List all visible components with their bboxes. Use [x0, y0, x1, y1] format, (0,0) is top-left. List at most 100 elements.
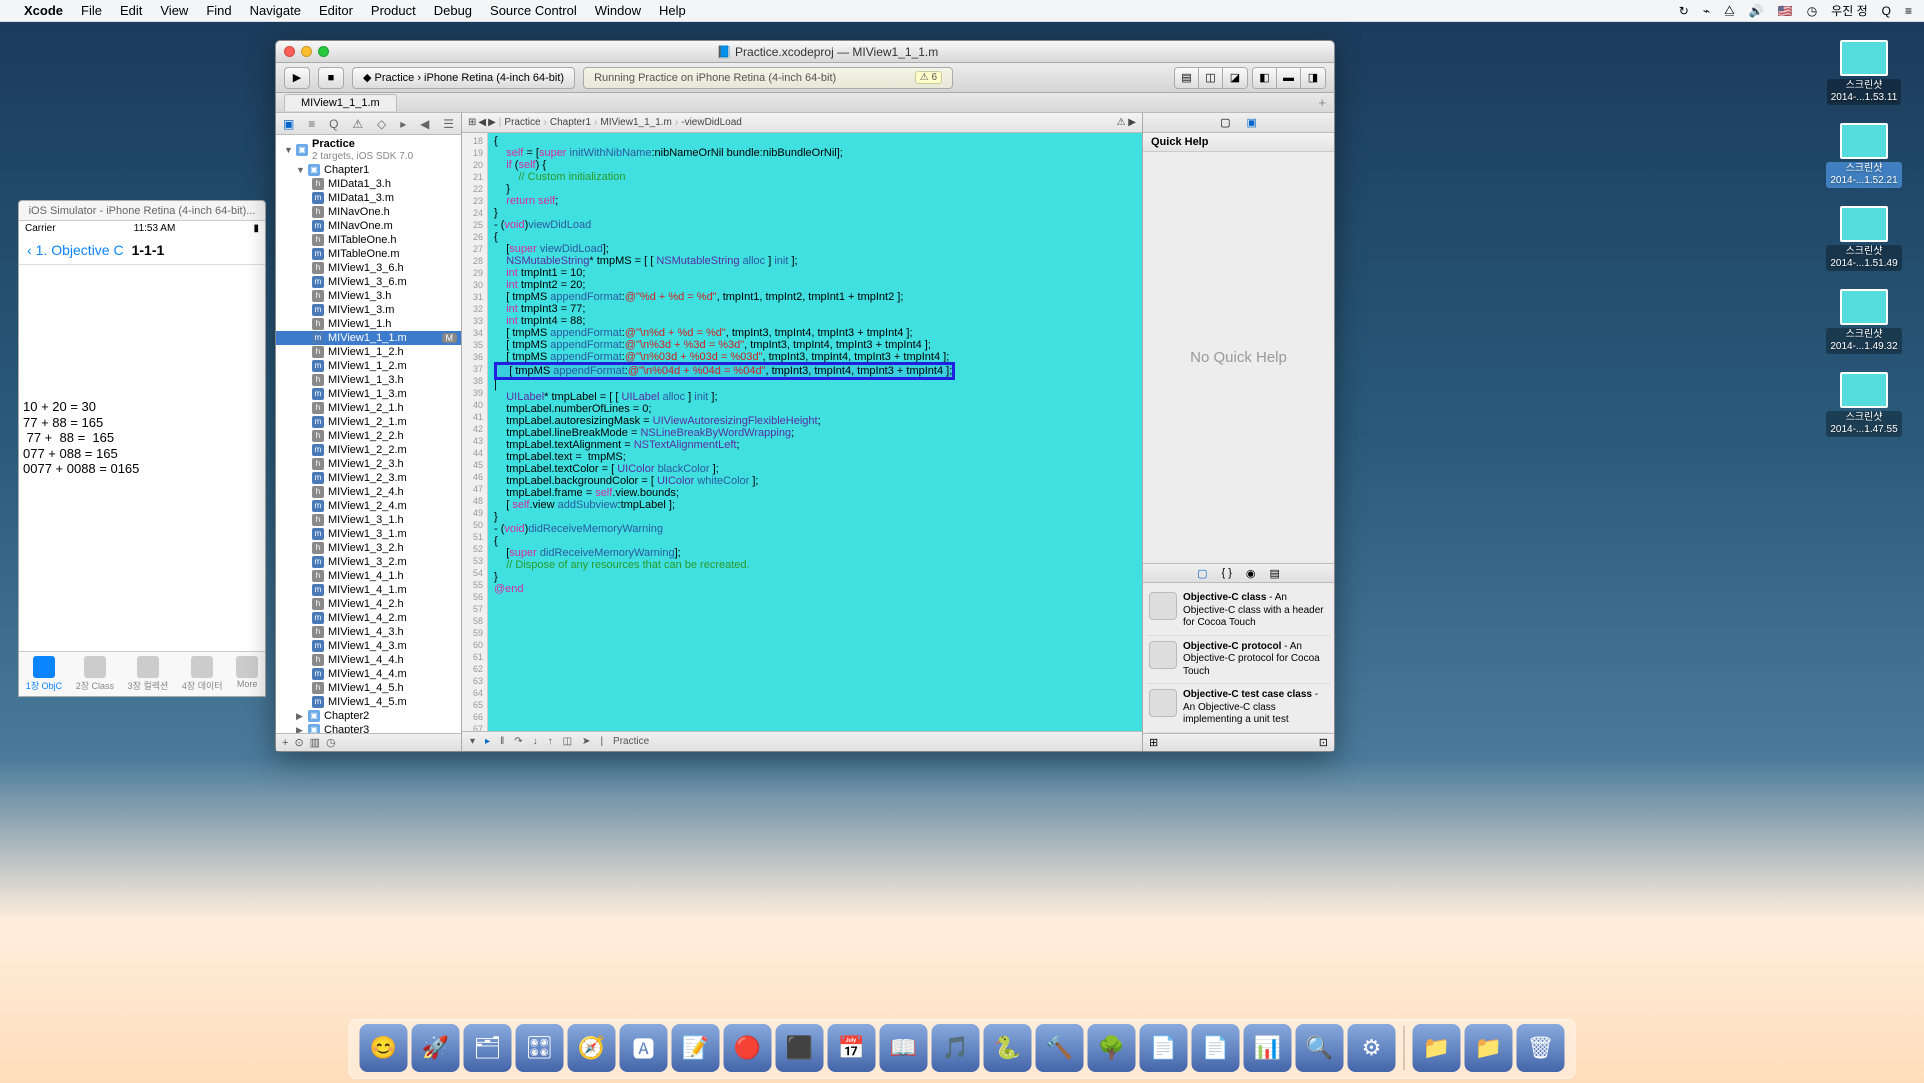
tree-item[interactable]: hMIView1_4_1.h	[276, 569, 461, 583]
dock-word[interactable]: 📄	[1140, 1024, 1188, 1072]
dock-chrome[interactable]: 🔴	[724, 1024, 772, 1072]
menu-file[interactable]: File	[81, 3, 102, 18]
warning-badge[interactable]: ⚠ 6	[915, 71, 942, 84]
step-over-icon[interactable]: ↷	[514, 736, 522, 747]
grid-view-icon[interactable]: ⊞	[1149, 736, 1158, 749]
issue-indicator-icon[interactable]: ⚠ ▶	[1117, 117, 1136, 128]
tree-item[interactable]: hMIView1_4_4.h	[276, 653, 461, 667]
tree-item[interactable]: ▼▣Chapter1	[276, 163, 461, 177]
find-nav-icon[interactable]: Q	[329, 117, 338, 131]
debug-nav-icon[interactable]: ▸	[400, 117, 406, 131]
dock-notes[interactable]: 📝	[672, 1024, 720, 1072]
dock-ibooks[interactable]: 📖	[880, 1024, 928, 1072]
tree-item[interactable]: hMIView1_3_1.h	[276, 513, 461, 527]
tree-item[interactable]: mMIView1_4_3.m	[276, 639, 461, 653]
file-template-icon[interactable]: ▢	[1197, 567, 1207, 580]
sim-tab[interactable]: More	[236, 656, 258, 692]
editor-tab[interactable]: MIView1_1_1.m	[284, 94, 397, 111]
tree-item[interactable]: hMIView1_2_1.h	[276, 401, 461, 415]
dock-folder1[interactable]: 📁	[1413, 1024, 1461, 1072]
sim-tab[interactable]: 3장 컬렉션	[128, 656, 169, 692]
minimize-icon[interactable]	[301, 46, 312, 57]
desktop-file[interactable]: 스크린샷2014-...1.47.55	[1824, 372, 1904, 437]
desktop-file[interactable]: 스크린샷2014-...1.49.32	[1824, 289, 1904, 354]
wifi-icon[interactable]: ⧋	[1724, 3, 1735, 18]
step-in-icon[interactable]: ↓	[533, 736, 538, 747]
tree-item[interactable]: hMINavOne.h	[276, 205, 461, 219]
inspector-tabs[interactable]: ▢ ▣	[1143, 113, 1334, 133]
test-nav-icon[interactable]: ◇	[377, 117, 386, 131]
jump-project[interactable]: Practice	[504, 117, 540, 128]
desktop-file[interactable]: 스크린샷2014-...1.52.21	[1824, 123, 1904, 188]
menu-sourcecontrol[interactable]: Source Control	[490, 3, 577, 18]
clock-icon[interactable]: ◷	[1807, 4, 1817, 18]
view-hierarchy-icon[interactable]: ◫	[563, 736, 572, 747]
navigator-tabs[interactable]: ▣ ≡ Q ⚠ ◇ ▸ ◀ ☰	[276, 113, 461, 135]
menu-help[interactable]: Help	[659, 3, 686, 18]
forward-button[interactable]: ▶	[488, 117, 496, 128]
library-item[interactable]: Objective-C class - An Objective-C class…	[1147, 587, 1330, 636]
dock-sourcetree[interactable]: 🌳	[1088, 1024, 1136, 1072]
dock-safari[interactable]: 🧭	[568, 1024, 616, 1072]
media-library-icon[interactable]: ▤	[1270, 567, 1280, 580]
tree-item[interactable]: hMIView1_1.h	[276, 317, 461, 331]
close-icon[interactable]	[284, 46, 295, 57]
tree-item[interactable]: mMINavOne.m	[276, 219, 461, 233]
dock-launchpad[interactable]: 🚀	[412, 1024, 460, 1072]
tree-item[interactable]: hMITableOne.h	[276, 233, 461, 247]
sim-tab[interactable]: 1장 ObjC	[26, 656, 62, 692]
quickhelp-inspector-icon[interactable]: ▣	[1247, 116, 1257, 129]
tree-item[interactable]: hMIView1_4_3.h	[276, 625, 461, 639]
dock-finder[interactable]: 😊	[360, 1024, 408, 1072]
editor-mode-buttons[interactable]: ▤◫◪	[1174, 67, 1248, 89]
dock-trash[interactable]: 🗑	[1517, 1024, 1565, 1072]
sim-tab[interactable]: 2장 Class	[76, 656, 114, 692]
location-icon[interactable]: ➤	[582, 736, 590, 747]
tree-item[interactable]: mMIView1_3_2.m	[276, 555, 461, 569]
menu-window[interactable]: Window	[595, 3, 641, 18]
tree-item[interactable]: mMIView1_4_1.m	[276, 583, 461, 597]
tree-item[interactable]: hMIView1_1_2.h	[276, 345, 461, 359]
add-button[interactable]: +	[282, 737, 288, 749]
menu-view[interactable]: View	[160, 3, 188, 18]
related-items-icon[interactable]: ⊞	[468, 117, 476, 128]
issue-nav-icon[interactable]: ⚠	[352, 117, 363, 131]
dock-xcode[interactable]: 🔨	[1036, 1024, 1084, 1072]
menu-edit[interactable]: Edit	[120, 3, 142, 18]
tree-item[interactable]: ▶▣Chapter2	[276, 709, 461, 723]
tree-item[interactable]: mMIView1_4_5.m	[276, 695, 461, 709]
dock-keynote[interactable]: 📊	[1244, 1024, 1292, 1072]
tree-item[interactable]: mMIView1_3_1.m	[276, 527, 461, 541]
volume-icon[interactable]: 🔊	[1749, 4, 1764, 18]
menu-find[interactable]: Find	[206, 3, 231, 18]
symbol-nav-icon[interactable]: ≡	[308, 117, 315, 131]
code-editor[interactable]: 1819202122232425262728293031323334353637…	[462, 133, 1142, 731]
jump-folder[interactable]: Chapter1	[550, 117, 591, 128]
log-nav-icon[interactable]: ☰	[443, 117, 454, 131]
project-nav-icon[interactable]: ▣	[283, 117, 294, 131]
breakpoints-icon[interactable]: ▸	[485, 736, 490, 747]
file-inspector-icon[interactable]: ▢	[1220, 116, 1230, 129]
back-icon[interactable]: ‹	[27, 242, 32, 258]
sim-tab[interactable]: 4장 데이터	[182, 656, 223, 692]
menu-appname[interactable]: Xcode	[24, 3, 63, 18]
recent-filter-icon[interactable]: ◷	[326, 736, 336, 749]
tree-item[interactable]: hMIView1_3_2.h	[276, 541, 461, 555]
jump-file[interactable]: MIView1_1_1.m	[600, 117, 672, 128]
object-library-icon[interactable]: ◉	[1246, 567, 1256, 580]
scheme-selector[interactable]: ◆ Practice › iPhone Retina (4-inch 64-bi…	[352, 67, 575, 89]
library-item[interactable]: Objective-C protocol - An Objective-C pr…	[1147, 636, 1330, 685]
tree-item[interactable]: mMIView1_1_1.mM	[276, 331, 461, 345]
step-out-icon[interactable]: ↑	[548, 736, 553, 747]
tree-item[interactable]: hMIView1_2_3.h	[276, 457, 461, 471]
back-button[interactable]: ◀	[478, 117, 486, 128]
tree-item[interactable]: hMIView1_3_6.h	[276, 261, 461, 275]
tree-item[interactable]: mMIView1_3.m	[276, 303, 461, 317]
run-button[interactable]: ▶	[284, 67, 310, 89]
dock-calendar[interactable]: 📅	[828, 1024, 876, 1072]
user-name[interactable]: 우진 정	[1831, 2, 1867, 19]
dock-terminal[interactable]: ⬛	[776, 1024, 824, 1072]
library-tabs[interactable]: ▢ { } ◉ ▤	[1143, 563, 1334, 583]
tree-item[interactable]: mMIView1_4_2.m	[276, 611, 461, 625]
pause-icon[interactable]: ‖	[500, 736, 504, 747]
